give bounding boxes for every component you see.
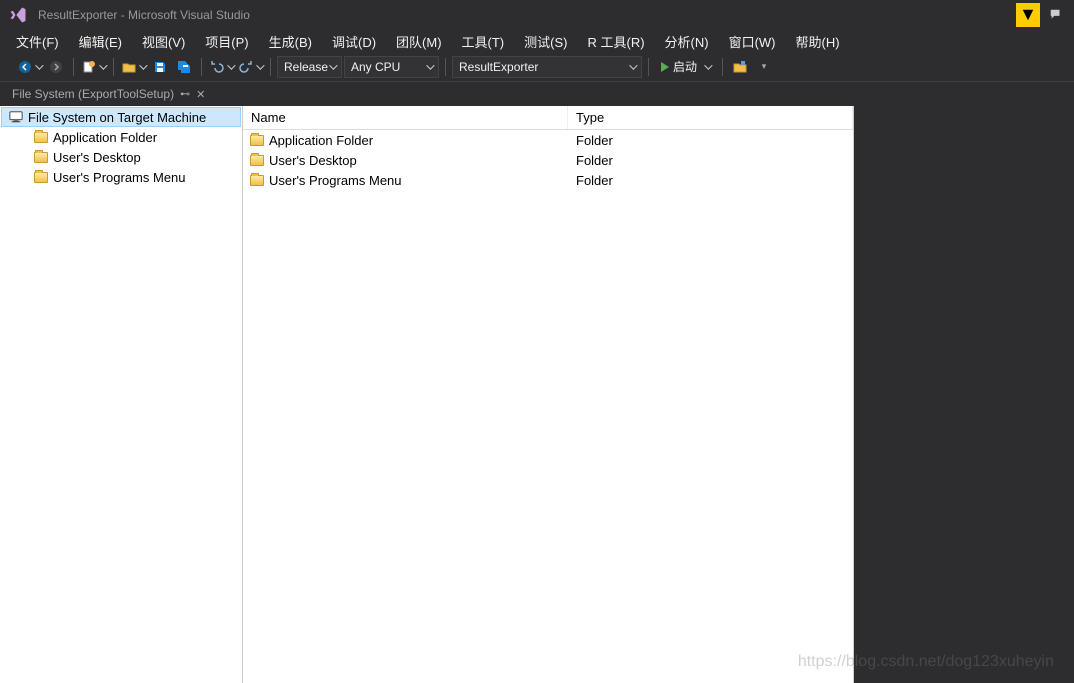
menubar: 文件(F) 编辑(E) 视图(V) 项目(P) 生成(B) 调试(D) 团队(M… <box>0 30 1074 52</box>
undo-button[interactable] <box>208 56 235 78</box>
menu-help[interactable]: 帮助(H) <box>786 30 850 53</box>
toolbar-overflow-icon[interactable]: ▾ <box>753 56 775 78</box>
tab-label: File System (ExportToolSetup) <box>12 87 174 101</box>
menu-team[interactable]: 团队(M) <box>386 30 452 53</box>
platform-select[interactable]: Any CPU <box>344 56 439 78</box>
tabstrip: File System (ExportToolSetup) ⊷ ✕ <box>0 82 1074 106</box>
save-button[interactable] <box>149 56 171 78</box>
config-value: Release <box>284 60 328 74</box>
row-type: Folder <box>568 173 853 188</box>
tab-filesystem[interactable]: File System (ExportToolSetup) ⊷ ✕ <box>4 84 213 104</box>
menu-tools[interactable]: 工具(T) <box>452 30 515 53</box>
config-select[interactable]: Release <box>277 56 342 78</box>
new-button[interactable] <box>80 56 107 78</box>
tree-item-label: Application Folder <box>53 130 157 145</box>
tree-root[interactable]: File System on Target Machine <box>1 107 241 127</box>
tree-panel: File System on Target Machine Applicatio… <box>0 106 243 683</box>
menu-build[interactable]: 生成(B) <box>259 30 322 53</box>
col-type[interactable]: Type <box>568 106 853 129</box>
list-body: Application Folder Folder User's Desktop… <box>243 130 853 190</box>
save-all-button[interactable] <box>173 56 195 78</box>
menu-project[interactable]: 项目(P) <box>195 30 258 53</box>
nav-forward-button[interactable] <box>45 56 67 78</box>
platform-value: Any CPU <box>351 60 400 74</box>
window-title: ResultExporter - Microsoft Visual Studio <box>38 8 250 22</box>
tree-item[interactable]: User's Desktop <box>1 147 241 167</box>
folder-icon <box>33 149 49 165</box>
folder-icon <box>33 169 49 185</box>
separator <box>73 58 74 76</box>
row-type: Folder <box>568 153 853 168</box>
tree-item[interactable]: Application Folder <box>1 127 241 147</box>
menu-debug[interactable]: 调试(D) <box>322 30 386 53</box>
start-debug-button[interactable]: 启动 <box>655 58 716 75</box>
menu-window[interactable]: 窗口(W) <box>719 30 786 53</box>
list-row[interactable]: Application Folder Folder <box>243 130 853 150</box>
folder-icon <box>249 172 265 188</box>
toolbar: Release Any CPU ResultExporter 启动 ▾ <box>0 52 1074 82</box>
folder-icon <box>249 152 265 168</box>
row-type: Folder <box>568 133 853 148</box>
list-row[interactable]: User's Programs Menu Folder <box>243 170 853 190</box>
menu-file[interactable]: 文件(F) <box>6 30 69 53</box>
separator <box>648 58 649 76</box>
folder-icon <box>249 132 265 148</box>
tree-item-label: User's Programs Menu <box>53 170 186 185</box>
notification-icon[interactable] <box>1016 3 1040 27</box>
close-icon[interactable]: ✕ <box>196 88 205 101</box>
feedback-icon[interactable] <box>1044 3 1068 27</box>
pin-icon[interactable]: ⊷ <box>180 89 190 100</box>
menu-test[interactable]: 测试(S) <box>514 30 577 53</box>
start-label: 启动 <box>673 58 697 75</box>
row-name: User's Programs Menu <box>269 173 402 188</box>
redo-button[interactable] <box>237 56 264 78</box>
empty-area <box>854 106 1074 683</box>
startup-select[interactable]: ResultExporter <box>452 56 642 78</box>
tree-root-label: File System on Target Machine <box>28 110 206 125</box>
machine-icon <box>8 109 24 125</box>
list-row[interactable]: User's Desktop Folder <box>243 150 853 170</box>
menu-edit[interactable]: 编辑(E) <box>69 30 132 53</box>
nav-back-button[interactable] <box>16 56 43 78</box>
separator <box>201 58 202 76</box>
list-header: Name Type <box>243 106 853 130</box>
menu-rtools[interactable]: R 工具(R) <box>577 30 654 53</box>
tree-item[interactable]: User's Programs Menu <box>1 167 241 187</box>
separator <box>722 58 723 76</box>
separator <box>445 58 446 76</box>
vs-logo-icon <box>6 3 30 27</box>
row-name: Application Folder <box>269 133 373 148</box>
main-content: File System on Target Machine Applicatio… <box>0 106 1074 683</box>
startup-value: ResultExporter <box>459 60 538 74</box>
play-icon <box>661 62 669 72</box>
menu-view[interactable]: 视图(V) <box>132 30 195 53</box>
separator <box>113 58 114 76</box>
menu-analyze[interactable]: 分析(N) <box>655 30 719 53</box>
open-button[interactable] <box>120 56 147 78</box>
row-name: User's Desktop <box>269 153 357 168</box>
separator <box>270 58 271 76</box>
tree-item-label: User's Desktop <box>53 150 141 165</box>
col-name[interactable]: Name <box>243 106 568 129</box>
list-panel: Name Type Application Folder Folder User… <box>243 106 854 683</box>
titlebar: ResultExporter - Microsoft Visual Studio <box>0 0 1074 30</box>
solution-explorer-button[interactable] <box>729 56 751 78</box>
folder-icon <box>33 129 49 145</box>
